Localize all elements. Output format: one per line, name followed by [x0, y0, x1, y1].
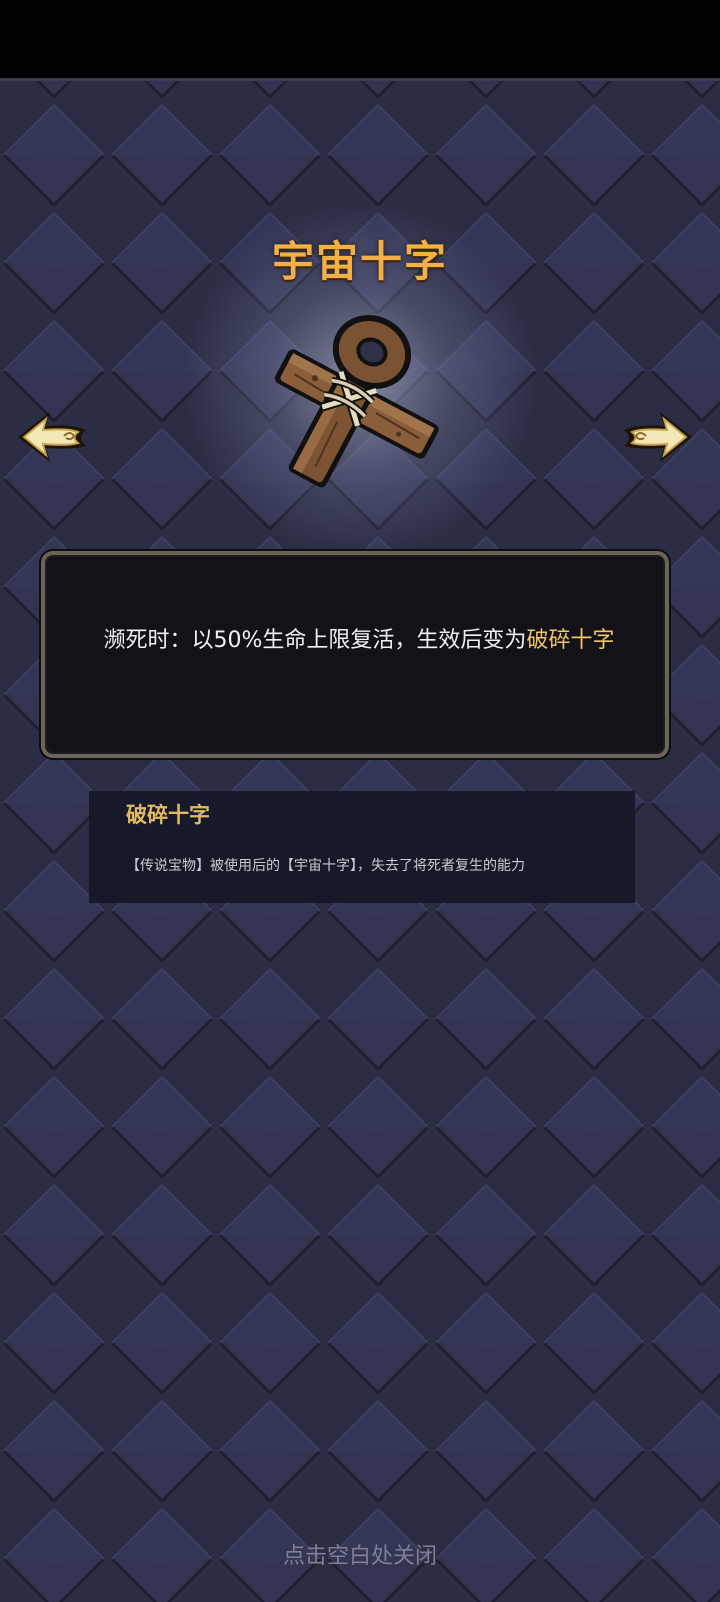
next-item-button[interactable] — [620, 408, 696, 466]
effect-description-box: 濒死时：以50%生命上限复活，生效后变为破碎十字 — [41, 551, 669, 758]
arrow-left-icon — [18, 412, 86, 462]
effect-description: 濒死时：以50%生命上限复活，生效后变为破碎十字 — [85, 621, 633, 661]
related-item-title: 破碎十字 — [126, 803, 210, 827]
wooden-ankh-icon — [270, 300, 450, 500]
item-title: 宇宙十字 — [271, 237, 448, 286]
arrow-right-icon — [624, 412, 692, 462]
effect-highlight-link[interactable]: 破碎十字 — [526, 628, 614, 653]
status-bar — [0, 0, 720, 81]
related-item-description: 【传说宝物】被使用后的【宇宙十字】，失去了将死者复生的能力 — [126, 858, 525, 874]
prev-item-button[interactable] — [14, 408, 90, 466]
close-hint[interactable]: 点击空白处关闭 — [0, 1538, 720, 1570]
effect-text: 濒死时：以50%生命上限复活，生效后变为 — [103, 628, 527, 653]
related-item-panel: 破碎十字 【传说宝物】被使用后的【宇宙十字】，失去了将死者复生的能力 — [89, 791, 635, 903]
